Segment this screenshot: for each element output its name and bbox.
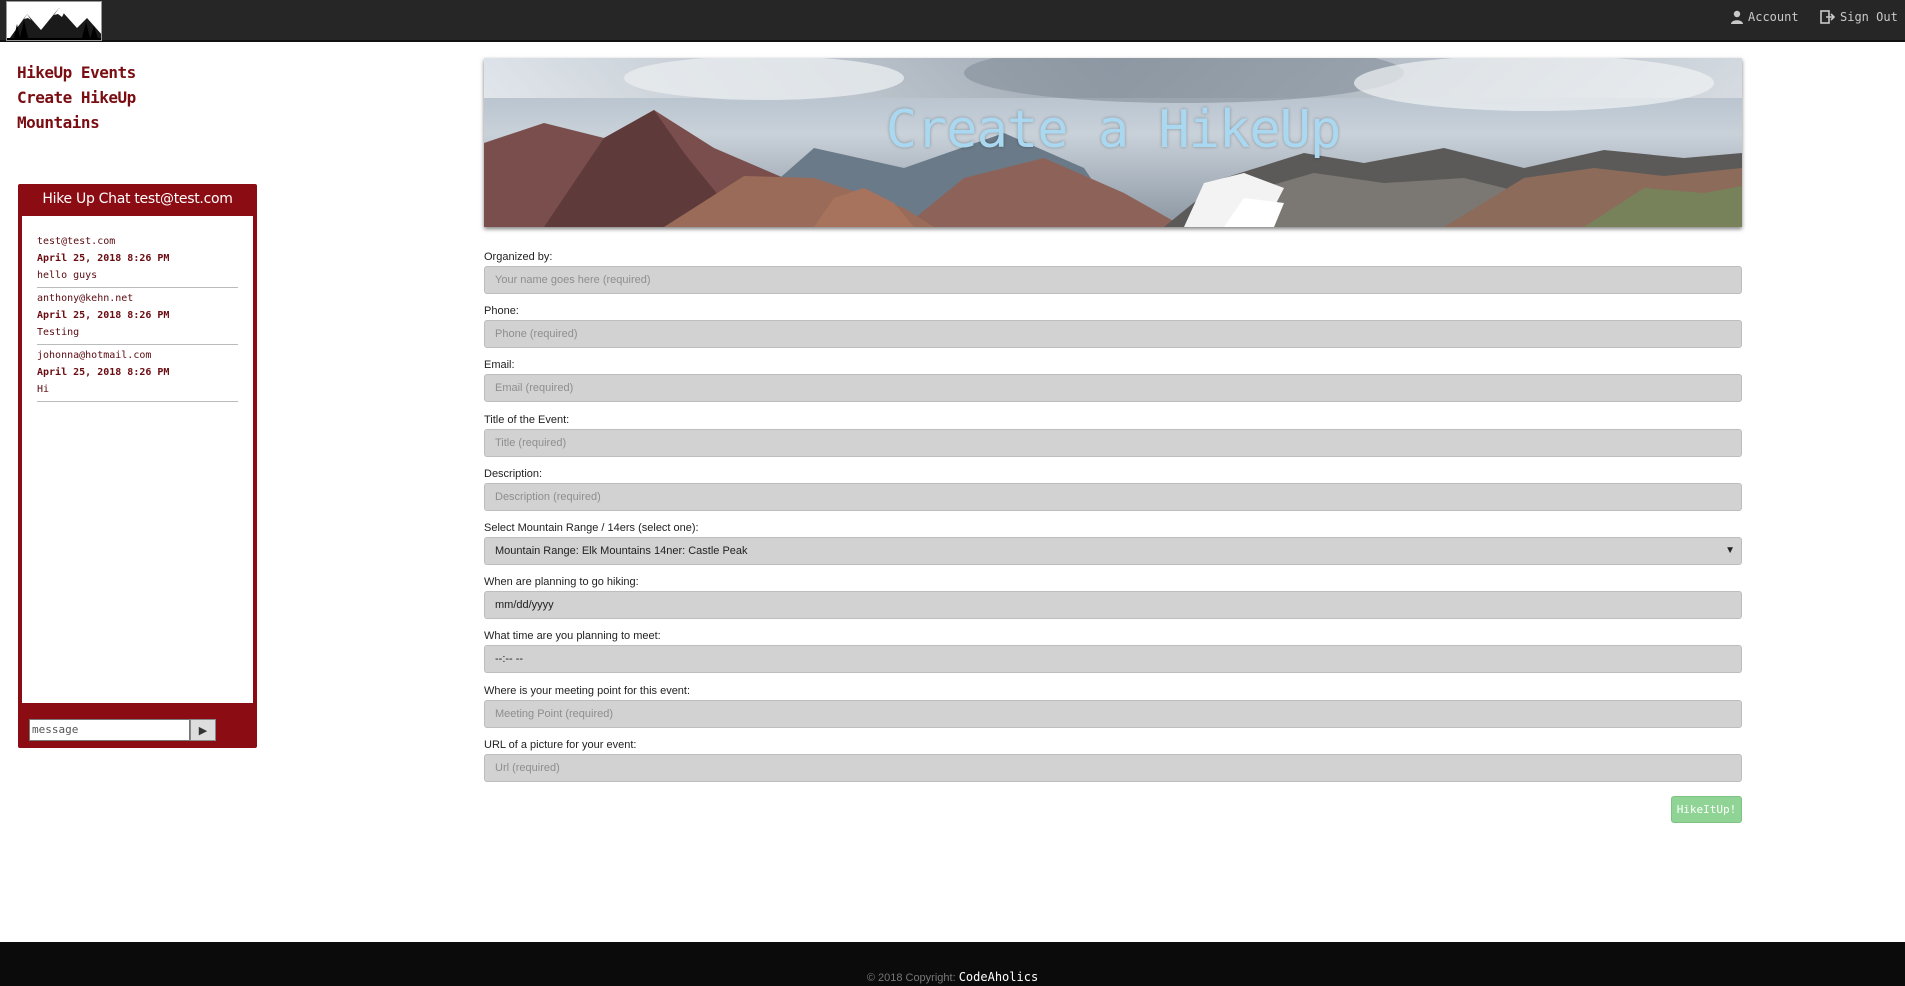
description-field: Description: Description (required) <box>484 467 1742 521</box>
signout-label: Sign Out <box>1840 10 1898 24</box>
url-input[interactable]: Url (required) <box>484 753 1742 782</box>
title-label: Title of the Event: <box>484 413 570 426</box>
title-field: Title of the Event: Title (required) <box>484 413 1742 467</box>
chat-message-date: April 25, 2018 8:26 PM <box>37 253 170 264</box>
nav-item-mountains[interactable]: Mountains <box>17 110 136 135</box>
nav-item-create-hikeup[interactable]: Create HikeUp <box>17 85 136 110</box>
chat-message: test@test.com April 25, 2018 8:26 PM hel… <box>37 231 238 288</box>
mountain-select-value: Mountain Range: Elk Mountains 14ner: Cas… <box>495 544 748 557</box>
time-input[interactable]: --:-- -- <box>484 645 1742 674</box>
signout-link[interactable]: Sign Out <box>1820 10 1898 24</box>
mountain-field: Select Mountain Range / 14ers (select on… <box>484 521 1742 575</box>
left-nav: HikeUp Events Create HikeUp Mountains <box>17 60 136 135</box>
create-hikeup-form: Organized by: Your name goes here (requi… <box>484 250 1742 832</box>
title-input[interactable]: Title (required) <box>484 428 1742 457</box>
footer-copyright: © 2018 Copyright: CodeAholics <box>0 970 1905 984</box>
chat-message-text: Testing <box>37 327 80 338</box>
copyright-text: © 2018 Copyright: <box>866 972 956 984</box>
phone-field: Phone: Phone (required) <box>484 304 1742 358</box>
chat-message: johonna@hotmail.com April 25, 2018 8:26 … <box>37 345 238 402</box>
hero-banner: Create a HikeUp <box>484 58 1742 227</box>
date-input[interactable]: mm/dd/yyyy <box>484 591 1742 620</box>
play-icon: ▶ <box>198 724 208 737</box>
sign-out-icon <box>1820 10 1836 24</box>
chat-message-date: April 25, 2018 8:26 PM <box>37 367 170 378</box>
description-label: Description: <box>484 467 543 480</box>
time-field: What time are you planning to meet: --:-… <box>484 629 1742 683</box>
email-field: Email: Email (required) <box>484 358 1742 412</box>
hikeitup-submit-button[interactable]: HikeItUp! <box>1671 795 1742 823</box>
chat-messages[interactable]: test@test.com April 25, 2018 8:26 PM hel… <box>21 215 254 704</box>
url-field: URL of a picture for your event: Url (re… <box>484 738 1742 792</box>
logo[interactable] <box>6 1 102 41</box>
submit-row: HikeItUp! <box>484 792 1742 832</box>
top-bar: Account Sign Out <box>0 0 1905 42</box>
meeting-point-field: Where is your meeting point for this eve… <box>484 684 1742 738</box>
chat-message: anthony@kehn.net April 25, 2018 8:26 PM … <box>37 288 238 345</box>
url-label: URL of a picture for your event: <box>484 738 637 751</box>
chat-message-date: April 25, 2018 8:26 PM <box>37 310 170 321</box>
account-link[interactable]: Account <box>1730 10 1799 24</box>
chat-send-button[interactable]: ▶ <box>190 719 216 741</box>
chat-title: Hike Up Chat test@test.com <box>42 191 233 207</box>
meeting-point-label: Where is your meeting point for this eve… <box>484 684 691 697</box>
chat-panel: Hike Up Chat test@test.com test@test.com… <box>18 184 257 748</box>
mountain-logo-icon <box>7 2 101 40</box>
chat-message-text: hello guys <box>37 270 98 281</box>
description-input[interactable]: Description (required) <box>484 482 1742 511</box>
email-input[interactable]: Email (required) <box>484 374 1742 403</box>
organized-by-field: Organized by: Your name goes here (requi… <box>484 250 1742 304</box>
organized-by-input[interactable]: Your name goes here (required) <box>484 266 1742 294</box>
phone-input[interactable]: Phone (required) <box>484 320 1742 349</box>
time-label: What time are you planning to meet: <box>484 630 661 643</box>
meeting-point-input[interactable]: Meeting Point (required) <box>484 699 1742 728</box>
footer-brand-link[interactable]: CodeAholics <box>959 970 1038 984</box>
phone-label: Phone: <box>484 305 519 318</box>
organized-by-label: Organized by: <box>484 251 553 263</box>
caret-down-icon: ▼ <box>1725 544 1735 556</box>
chat-message-input[interactable]: message <box>29 719 190 741</box>
nav-item-hikeup-events[interactable]: HikeUp Events <box>17 60 136 85</box>
date-field: When are planning to go hiking: mm/dd/yy… <box>484 575 1742 629</box>
mountain-select[interactable]: Mountain Range: Elk Mountains 14ner: Cas… <box>484 536 1742 565</box>
page-title: Create a HikeUp <box>885 100 1342 160</box>
chat-message-user: johonna@hotmail.com <box>37 350 152 361</box>
email-label: Email: <box>484 359 515 372</box>
chat-message-text: Hi <box>37 384 50 395</box>
chat-message-user: test@test.com <box>37 236 116 247</box>
mountain-label: Select Mountain Range / 14ers (select on… <box>484 521 699 534</box>
account-label: Account <box>1748 10 1799 24</box>
footer: © 2018 Copyright: CodeAholics <box>0 942 1905 986</box>
user-icon <box>1731 10 1743 24</box>
date-label: When are planning to go hiking: <box>484 576 639 589</box>
chat-message-user: anthony@kehn.net <box>37 293 134 304</box>
